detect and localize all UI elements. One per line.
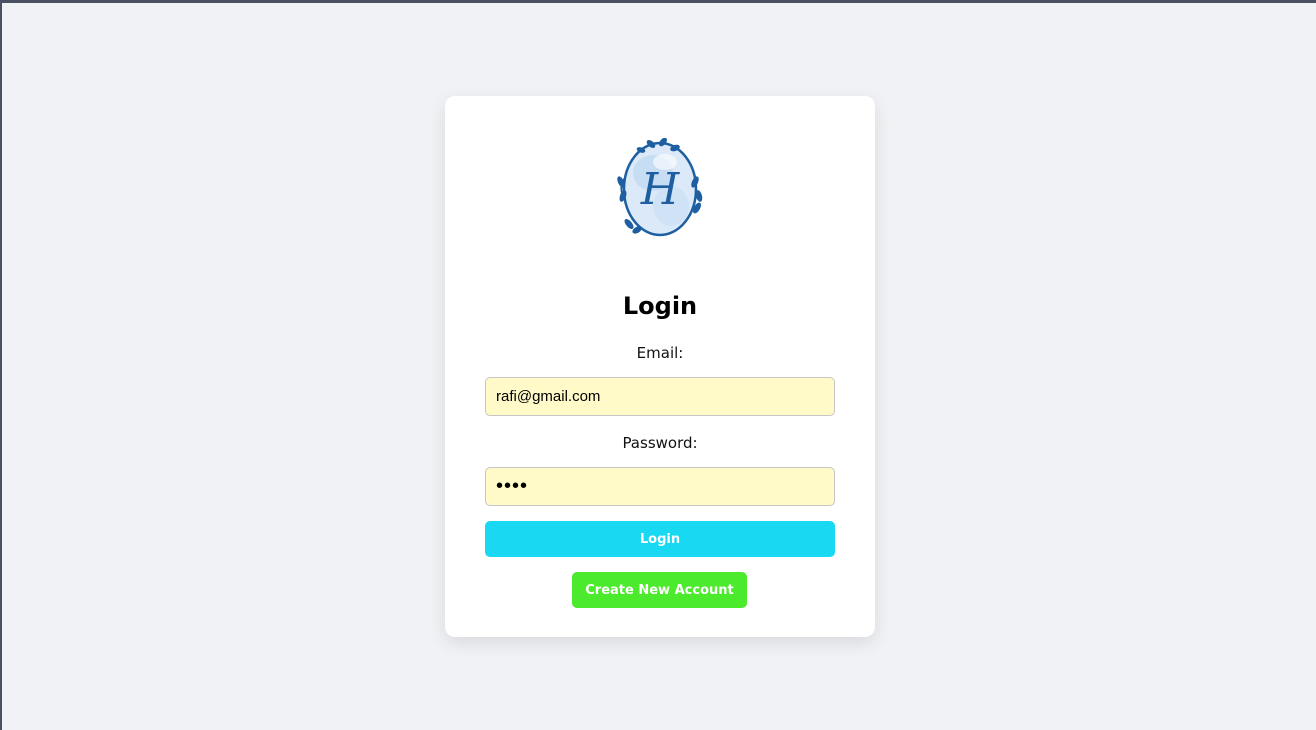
monogram-h-logo-icon: H [615, 137, 705, 240]
email-label: Email: [636, 344, 684, 362]
email-field[interactable] [485, 377, 835, 416]
create-account-button[interactable]: Create New Account [572, 572, 747, 608]
password-field[interactable] [485, 467, 835, 506]
logo-letter: H [640, 164, 681, 215]
page-title: Login [622, 292, 698, 320]
login-button[interactable]: Login [485, 521, 835, 557]
password-label: Password: [622, 434, 698, 452]
login-card: H Login Email: Password: Login Create Ne… [445, 96, 875, 637]
